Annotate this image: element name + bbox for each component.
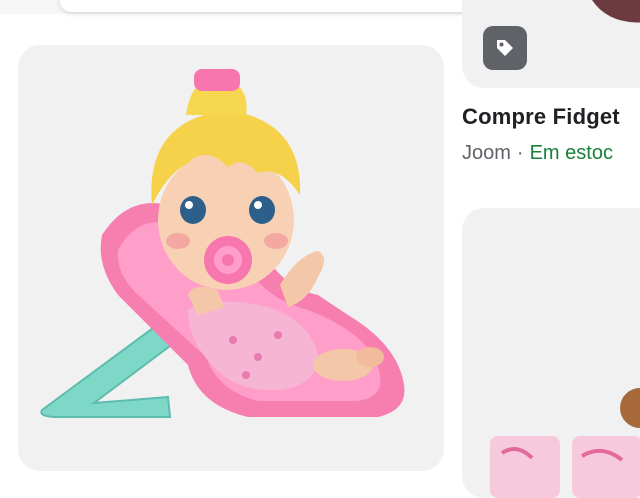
image-result-bottom-right[interactable]	[462, 208, 640, 498]
product-meta: Joom · Em estoc	[462, 142, 613, 165]
meta-separator: ·	[516, 142, 524, 164]
doll-product-image	[40, 69, 405, 418]
store-name: Joom	[462, 142, 511, 164]
tag-icon	[494, 37, 516, 59]
image-result-doll[interactable]	[18, 45, 444, 471]
product-image-partial-2	[490, 388, 640, 498]
shopping-tag-badge	[483, 26, 527, 70]
stock-status: Em estoc	[529, 142, 613, 164]
product-title[interactable]: Compre Fidget	[462, 104, 620, 130]
